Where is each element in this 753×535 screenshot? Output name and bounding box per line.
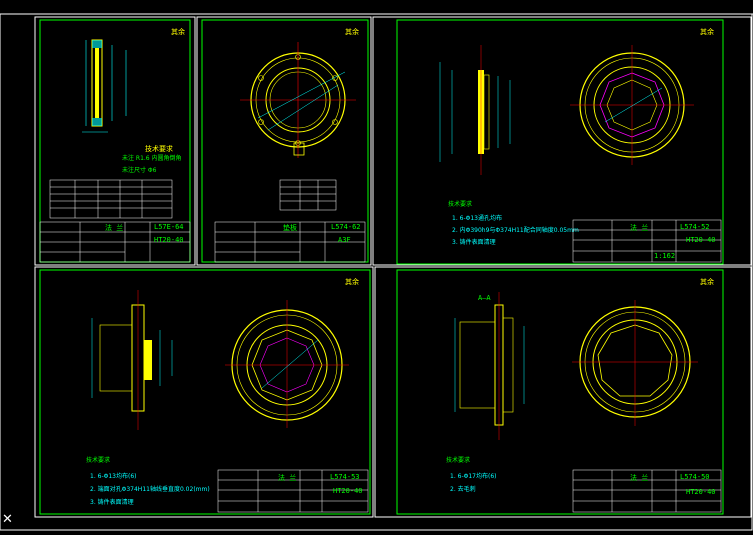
- ucs-axis-icon: ✕: [2, 512, 13, 527]
- sheet-1-code: L57E-64: [154, 223, 184, 231]
- sheet-4-note-1: 1. 6-Φ13均布(6): [90, 472, 136, 480]
- sheet-5-note-2: 2. 去毛刺: [450, 485, 476, 493]
- sheet-3-note-title: 技术要求: [448, 200, 472, 208]
- sheet-1-corner-mark: 其余: [171, 27, 185, 36]
- sheet-5-note-1: 1. 6-Φ17均布(6): [450, 472, 496, 480]
- sheet-3[interactable]: 其余 技术要求 1. 6-Φ13通孔均布 2. 内Φ390h9与Φ374H11配…: [372, 16, 752, 266]
- cad-model-space[interactable]: 技术要求 未注 R1.6 内圆角倒角 未注尺寸 Φ6 其余 法 兰 L57E-6…: [0, 0, 753, 531]
- sheet-1-note-4: 未注尺寸 Φ6: [122, 166, 157, 174]
- sheet-5-label: 法 兰: [630, 473, 648, 482]
- sheet-2-label: 垫板: [283, 223, 297, 232]
- sheet-4-label: 法 兰: [278, 473, 296, 482]
- sheet-4-note-title: 技术要求: [86, 456, 110, 464]
- sheet-2-material: A3F: [338, 236, 351, 244]
- sheet-5[interactable]: 其余 A—A 技术要求 1. 6-Φ17均布(6) 2. 去毛刺 法 兰 L57…: [374, 266, 752, 518]
- sheet-1-note-title: 技术要求: [145, 144, 173, 153]
- sheet-2[interactable]: 其余 垫板 L574-62 A3F: [196, 16, 372, 266]
- sheet-3-note-2: 2. 内Φ390h9与Φ374H11配合同轴度0.05mm: [452, 226, 579, 234]
- sheet-3-code: L574-52: [680, 223, 710, 231]
- sheet-2-corner-mark: 其余: [345, 27, 359, 36]
- sheet-3-material: HT20-40: [686, 236, 716, 244]
- sheet-4-code: L574-53: [330, 473, 360, 481]
- sheet-5-section-label: A—A: [478, 294, 491, 302]
- sheet-5-note-title: 技术要求: [446, 456, 470, 464]
- sheet-1-material: HT20-40: [154, 236, 184, 244]
- sheet-4-note-2: 2. 端面对孔Φ374H11轴线垂直度0.02(mm): [90, 485, 210, 493]
- sheet-2-code: L574-62: [331, 223, 361, 231]
- sheet-3-label: 法 兰: [630, 223, 648, 232]
- sheet-4[interactable]: 其余 技术要求 1. 6-Φ13均布(6) 2. 端面对孔Φ374H11轴线垂直…: [34, 266, 374, 518]
- drawing-canvas[interactable]: 技术要求 未注 R1.6 内圆角倒角 未注尺寸 Φ6 其余 法 兰 L57E-6…: [0, 0, 753, 531]
- sheet-1[interactable]: 技术要求 未注 R1.6 内圆角倒角 未注尺寸 Φ6 其余 法 兰 L57E-6…: [34, 16, 196, 266]
- sheet-1-label: 法 兰: [105, 223, 123, 232]
- sheet-4-corner-mark: 其余: [345, 277, 359, 286]
- sheet-3-note-3: 3. 铸件表面清理: [452, 238, 496, 246]
- sheet-5-code: L574-50: [680, 473, 710, 481]
- sheet-4-note-3: 3. 铸件表面清理: [90, 498, 134, 506]
- model-space-border: [0, 13, 753, 531]
- sheet-5-corner-mark: 其余: [700, 277, 714, 286]
- sheet-5-material: HT20-40: [686, 488, 716, 496]
- sheet-3-corner-mark: 其余: [700, 27, 714, 36]
- sheet-4-material: HT20-40: [333, 487, 363, 495]
- sheet-3-note-1: 1. 6-Φ13通孔均布: [452, 214, 502, 222]
- sheet-1-note-2: 未注 R1.6 内圆角倒角: [122, 154, 182, 162]
- sheet-3-scale: 1:162: [654, 252, 675, 260]
